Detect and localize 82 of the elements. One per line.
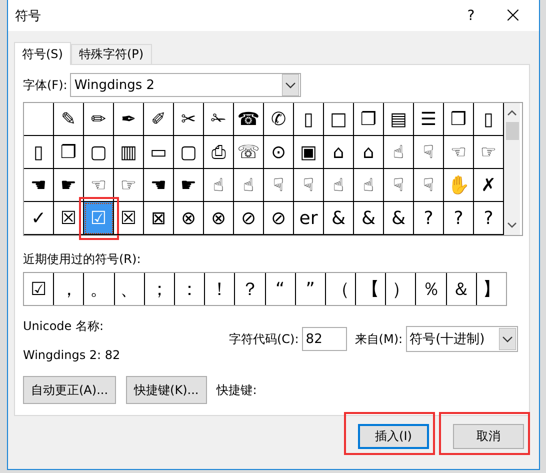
symbol-cell[interactable]: ?: [414, 202, 444, 235]
symbol-cell[interactable]: ▣: [294, 136, 324, 169]
char-code-field[interactable]: 82: [302, 327, 347, 351]
scroll-down-icon[interactable]: [507, 221, 517, 229]
symbol-cell[interactable]: ▯: [24, 136, 54, 169]
symbol-cell[interactable]: ❐: [54, 136, 84, 169]
symbol-cell[interactable]: ▥: [114, 136, 144, 169]
symbol-cell[interactable]: ⊙: [264, 136, 294, 169]
symbol-cell[interactable]: ☞: [114, 169, 144, 202]
symbol-cell[interactable]: ⊘: [234, 202, 264, 235]
symbol-cell[interactable]: ☝: [324, 169, 354, 202]
unicode-name-value: Wingdings 2: 82: [23, 348, 122, 362]
symbol-cell[interactable]: ▭: [144, 136, 174, 169]
dialog-button[interactable]: 快捷键(K)...: [126, 376, 207, 404]
dialog-button[interactable]: 取消: [453, 424, 524, 449]
symbol-cell[interactable]: ▢: [174, 136, 204, 169]
symbol-cell[interactable]: ❐: [354, 103, 384, 136]
scroll-thumb[interactable]: [506, 122, 518, 140]
symbol-cell[interactable]: ▯: [294, 103, 324, 136]
symbol-cell[interactable]: ☚: [144, 169, 174, 202]
symbol-cell[interactable]: ☟: [294, 169, 324, 202]
scroll-up-icon[interactable]: [507, 109, 517, 117]
symbol-cell[interactable]: ☟: [384, 169, 414, 202]
symbol-cell[interactable]: ✏: [84, 103, 114, 136]
char-code-label: 字符代码(C):: [229, 330, 299, 348]
from-dropdown[interactable]: 符号(十进制): [406, 326, 518, 352]
symbol-cell[interactable]: ☒: [114, 202, 144, 235]
close-button[interactable]: ×: [491, 0, 535, 30]
scrollbar[interactable]: [504, 103, 520, 235]
symbol-cell[interactable]: ⊗: [174, 202, 204, 235]
symbol-cell[interactable]: ☟: [414, 169, 444, 202]
symbol-cell[interactable]: ✂: [174, 103, 204, 136]
symbol-cell[interactable]: ✆: [264, 103, 294, 136]
symbol-cell[interactable]: ⎙: [204, 136, 234, 169]
help-button[interactable]: ?: [451, 0, 491, 30]
tab[interactable]: 符号(S): [14, 42, 71, 65]
symbol-cell[interactable]: ✎: [54, 103, 84, 136]
symbol-cell[interactable]: ☎: [234, 103, 264, 136]
symbol-cell[interactable]: ?: [444, 202, 474, 235]
from-label: 来自(M):: [354, 330, 403, 348]
tab[interactable]: 特殊字符(P): [70, 44, 152, 64]
symbol-cell[interactable]: &: [324, 202, 354, 235]
symbol-cell[interactable]: ✒: [114, 103, 144, 136]
symbol-cell[interactable]: ☟: [414, 136, 444, 169]
symbol-cell[interactable]: &: [384, 202, 414, 235]
dialog-button[interactable]: 插入(I): [358, 424, 429, 449]
symbol-cell[interactable]: ⊗: [204, 202, 234, 235]
symbol-cell[interactable]: ▤: [384, 103, 414, 136]
window-title: 符号: [15, 8, 42, 24]
symbol-cell[interactable]: ☝: [354, 169, 384, 202]
symbol-cell[interactable]: ☰: [414, 103, 444, 136]
symbol-cell[interactable]: ✁: [204, 103, 234, 136]
unicode-name-label: Unicode 名称:: [23, 318, 105, 335]
dropdown-arrow-icon[interactable]: [498, 328, 516, 350]
symbol-cell[interactable]: ☜: [444, 136, 474, 169]
symbol-cell[interactable]: □: [324, 103, 354, 136]
recent-symbol[interactable]: 】: [476, 273, 506, 305]
symbol-cell[interactable]: ☟: [264, 169, 294, 202]
symbol-cell[interactable]: [24, 103, 54, 136]
symbol-cell[interactable]: ▢: [84, 136, 114, 169]
symbol-cell[interactable]: ☛: [54, 169, 84, 202]
font-label: 字体(F):: [23, 76, 68, 94]
symbol-cell[interactable]: ✓: [24, 202, 54, 235]
symbol-cell[interactable]: ❒: [444, 103, 474, 136]
shortcut-label: 快捷键:: [216, 382, 257, 398]
font-dropdown[interactable]: Wingdings 2: [70, 73, 302, 97]
symbol-cell[interactable]: ⊠: [144, 202, 174, 235]
symbol-cell[interactable]: ✐: [144, 103, 174, 136]
symbol-cell[interactable]: ⌂: [324, 136, 354, 169]
symbol-cell[interactable]: ⌂: [354, 136, 384, 169]
dialog-button[interactable]: 自动更正(A)...: [23, 376, 116, 404]
symbol-cell[interactable]: ☝: [384, 136, 414, 169]
dropdown-arrow-icon[interactable]: [282, 74, 300, 96]
symbol-cell[interactable]: ☏: [234, 136, 264, 169]
symbol-cell[interactable]: &: [354, 202, 384, 235]
symbol-cell[interactable]: ☛: [174, 169, 204, 202]
recent-symbols-label: 近期使用过的符号(R):: [23, 251, 142, 268]
symbol-cell[interactable]: ☝: [234, 169, 264, 202]
symbol-cell[interactable]: ☝: [204, 169, 234, 202]
symbol-cell[interactable]: ⊘: [264, 202, 294, 235]
symbol-cell[interactable]: er: [294, 202, 324, 235]
symbol-cell[interactable]: ☚: [24, 169, 54, 202]
